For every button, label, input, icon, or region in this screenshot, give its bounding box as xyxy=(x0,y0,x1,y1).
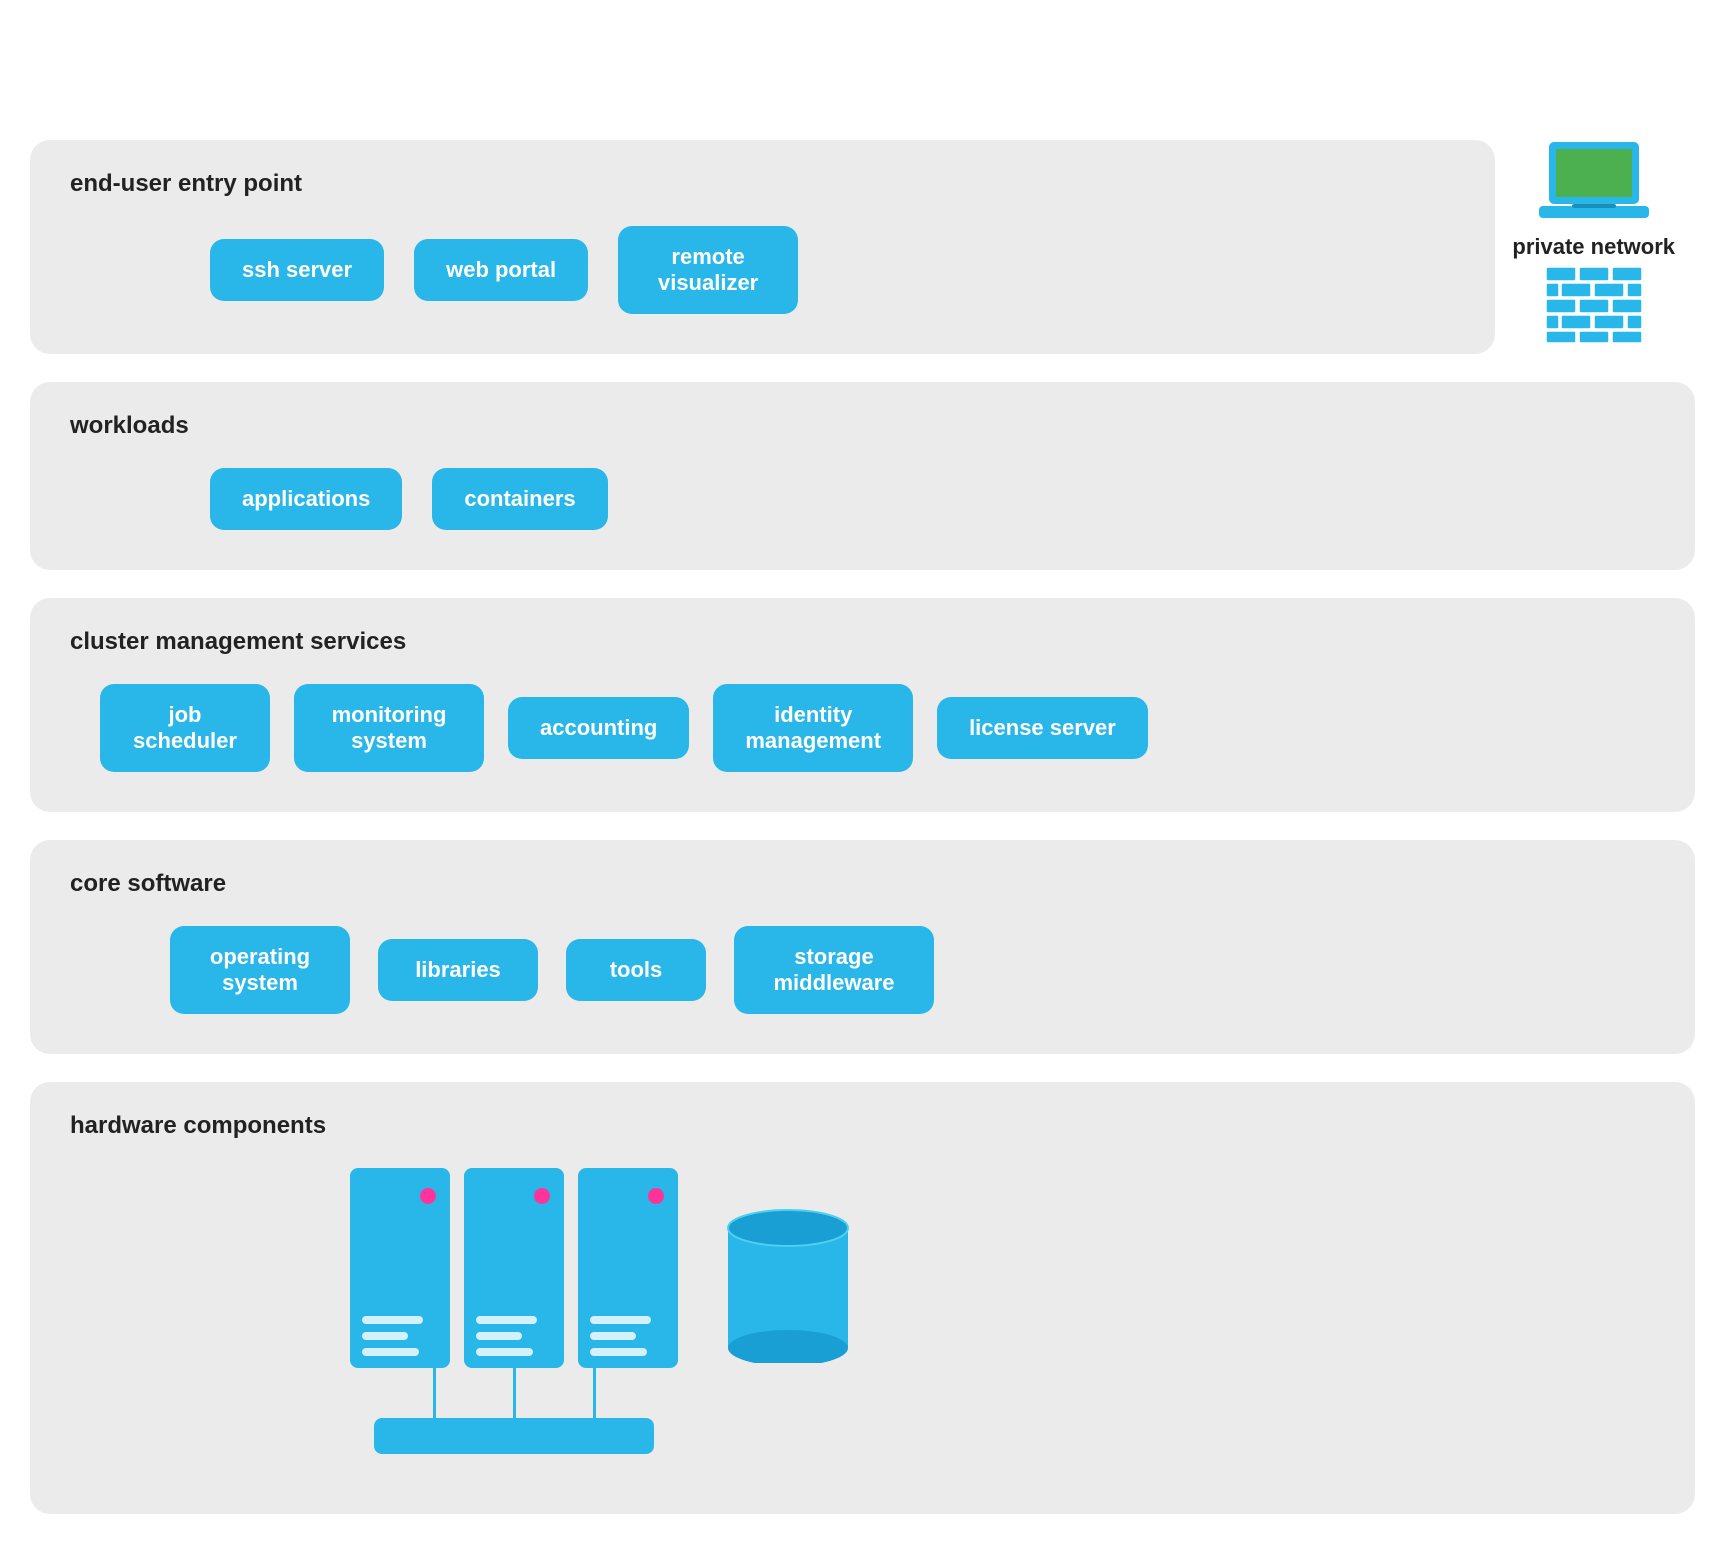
tools-chip[interactable]: tools xyxy=(566,939,706,1001)
cluster-chips-row: jobscheduler monitoringsystem accounting… xyxy=(100,684,1655,772)
accounting-chip[interactable]: accounting xyxy=(508,697,689,759)
identity-management-chip[interactable]: identitymanagement xyxy=(713,684,913,772)
core-software-label: core software xyxy=(70,870,1655,898)
operating-system-chip[interactable]: operatingsystem xyxy=(170,926,350,1014)
storage-middleware-chip[interactable]: storagemiddleware xyxy=(734,926,934,1014)
core-software-chips-row: operatingsystem libraries tools storagem… xyxy=(170,926,1655,1014)
ssh-server-chip[interactable]: ssh server xyxy=(210,239,384,301)
server-line xyxy=(476,1316,537,1324)
private-network-section: private network xyxy=(1512,140,1675,345)
server-indicator-3 xyxy=(648,1188,664,1204)
server-tower-1 xyxy=(350,1168,450,1368)
end-user-entry-point-label: end-user entry point xyxy=(70,170,1455,198)
server-indicator-2 xyxy=(534,1188,550,1204)
laptop-icon xyxy=(1534,140,1654,230)
cable-1 xyxy=(433,1368,436,1418)
server-lines-2 xyxy=(476,1316,552,1356)
end-user-entry-point-section: end-user entry point ssh server web port… xyxy=(30,140,1495,354)
server-line xyxy=(362,1316,423,1324)
workloads-label: workloads xyxy=(70,412,1655,440)
server-line xyxy=(590,1348,647,1356)
server-tower-3 xyxy=(578,1168,678,1368)
containers-chip[interactable]: containers xyxy=(432,468,607,530)
private-network-label: private network xyxy=(1512,234,1675,260)
firewall-icon xyxy=(1544,265,1644,345)
server-indicator-1 xyxy=(420,1188,436,1204)
remote-visualizer-chip[interactable]: remotevisualizer xyxy=(618,226,798,314)
web-portal-chip[interactable]: web portal xyxy=(414,239,588,301)
core-software-section: core software operatingsystem libraries … xyxy=(30,840,1695,1054)
server-line xyxy=(590,1316,651,1324)
server-line xyxy=(476,1348,533,1356)
server-line xyxy=(362,1332,408,1340)
job-scheduler-chip[interactable]: jobscheduler xyxy=(100,684,270,772)
hardware-label: hardware components xyxy=(70,1112,1655,1140)
workloads-chips-row: applications containers xyxy=(210,468,1655,530)
storage-cylinder-icon xyxy=(718,1203,858,1363)
server-line xyxy=(590,1332,636,1340)
monitoring-system-chip[interactable]: monitoringsystem xyxy=(294,684,484,772)
end-user-chips-row: ssh server web portal remotevisualizer xyxy=(210,226,1455,314)
server-cables xyxy=(394,1368,634,1418)
workloads-section: workloads applications containers xyxy=(30,382,1695,570)
applications-chip[interactable]: applications xyxy=(210,468,402,530)
cable-2 xyxy=(513,1368,516,1418)
server-lines-3 xyxy=(590,1316,666,1356)
server-line xyxy=(476,1332,522,1340)
cable-3 xyxy=(593,1368,596,1418)
server-lines-1 xyxy=(362,1316,438,1356)
server-line xyxy=(362,1348,419,1356)
storage-cylinder-group xyxy=(718,1203,858,1368)
libraries-chip[interactable]: libraries xyxy=(378,939,538,1001)
cluster-management-label: cluster management services xyxy=(70,628,1655,656)
server-tower-2 xyxy=(464,1168,564,1368)
cluster-management-section: cluster management services jobscheduler… xyxy=(30,598,1695,812)
license-server-chip[interactable]: license server xyxy=(937,697,1148,759)
network-switch xyxy=(374,1418,654,1454)
page-container: private network e xyxy=(30,140,1695,1514)
hardware-section: hardware components xyxy=(30,1082,1695,1514)
